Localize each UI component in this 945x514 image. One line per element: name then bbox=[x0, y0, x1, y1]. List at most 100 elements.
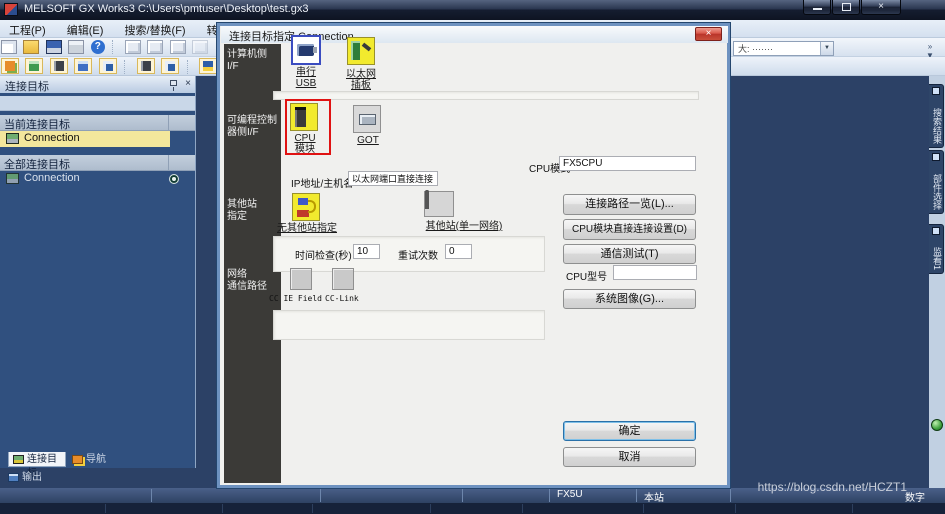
connection-tab-icon bbox=[13, 455, 24, 464]
ok-button[interactable]: 确定 bbox=[563, 421, 696, 441]
strip-divider bbox=[105, 504, 106, 513]
cc-ie-field-icon[interactable] bbox=[290, 268, 312, 290]
list-view-icon[interactable] bbox=[74, 58, 92, 74]
comment-view-icon[interactable] bbox=[99, 58, 117, 74]
copy-icon[interactable] bbox=[147, 40, 163, 54]
active-target-icon bbox=[169, 174, 179, 184]
tab-search-results[interactable]: 搜索结果 bbox=[929, 84, 944, 148]
application-window: MELSOFT GX Works3 C:\Users\pmtuser\Deskt… bbox=[0, 0, 945, 514]
status-indicator-icon bbox=[931, 419, 943, 431]
find-in-window-icon[interactable] bbox=[161, 58, 179, 74]
connection-item-label: Connection bbox=[24, 132, 80, 144]
paste-icon[interactable] bbox=[170, 40, 186, 54]
other-station-single-option[interactable]: 其他站(单一网络) bbox=[414, 221, 514, 232]
app-icon bbox=[4, 3, 18, 16]
other-station-single-icon[interactable] bbox=[424, 191, 454, 217]
menu-edit[interactable]: 编辑(E) bbox=[58, 20, 113, 38]
menu-project[interactable]: 工程(P) bbox=[0, 20, 55, 38]
panel-close-icon[interactable]: × bbox=[185, 78, 191, 89]
panel-header: 连接目标 × bbox=[0, 76, 195, 93]
no-other-station-icon[interactable] bbox=[292, 193, 320, 221]
connection-item-label: Connection bbox=[24, 172, 80, 184]
connection-path-list-button[interactable]: 连接路径一览(L)... bbox=[563, 194, 696, 215]
statusbar-divider bbox=[151, 489, 152, 502]
pin-icon[interactable] bbox=[170, 80, 177, 86]
watch-tab-icon bbox=[932, 227, 940, 235]
cpu-mode-field[interactable] bbox=[559, 156, 696, 171]
pc-side-label: 计算机侧 I/F bbox=[227, 49, 279, 73]
cpu-direct-connection-button[interactable]: CPU模块直接连接设置(D) bbox=[563, 219, 696, 240]
ip-hostname-field[interactable] bbox=[348, 171, 438, 186]
tab-watch-1[interactable]: 监看1 bbox=[929, 224, 944, 274]
device-display-icon[interactable] bbox=[199, 58, 217, 74]
toolbar-combo[interactable]: 大: ······· ▼ bbox=[733, 41, 834, 56]
ethernet-board-icon[interactable] bbox=[347, 37, 375, 65]
got-icon[interactable] bbox=[353, 105, 381, 133]
statusbar-divider bbox=[636, 489, 637, 502]
toolbar-separator bbox=[124, 60, 129, 74]
close-button[interactable]: × bbox=[861, 0, 901, 15]
restore-button[interactable] bbox=[832, 0, 860, 15]
cc-link-icon[interactable] bbox=[332, 268, 354, 290]
device-module-icon[interactable] bbox=[50, 58, 68, 74]
window-title: MELSOFT GX Works3 C:\Users\pmtuser\Deskt… bbox=[24, 3, 308, 15]
all-connection-item[interactable]: Connection bbox=[0, 171, 195, 187]
help-icon[interactable]: ? bbox=[91, 40, 105, 54]
retry-count-field[interactable] bbox=[445, 244, 472, 259]
overflow-chevron-icon: » bbox=[928, 42, 932, 51]
cpu-module-highlight-box bbox=[285, 99, 331, 155]
toolbar-separator bbox=[112, 40, 117, 54]
timeout-field[interactable] bbox=[353, 244, 380, 259]
open-file-icon[interactable] bbox=[23, 40, 39, 54]
current-connection-item[interactable]: Connection bbox=[0, 131, 170, 147]
tab-label: 导航 bbox=[86, 453, 106, 467]
toolbar-separator bbox=[187, 60, 192, 74]
got-option[interactable]: GOT bbox=[353, 135, 383, 146]
strip-divider bbox=[522, 504, 523, 513]
statusbar-divider bbox=[730, 489, 731, 502]
strip-divider bbox=[222, 504, 223, 513]
tab-label: 搜索结果 bbox=[932, 108, 942, 144]
save-icon[interactable] bbox=[46, 40, 62, 54]
tab-element-selection[interactable]: 部件选择 bbox=[929, 150, 944, 214]
all-connections-header-label: 全部连接目标 bbox=[4, 156, 70, 172]
connection-destination-panel: 连接目标 × 当前连接目标 Connection 全部连接目标 Connecti… bbox=[0, 76, 196, 468]
tab-label: 监看1 bbox=[932, 247, 942, 270]
navigation-tree-icon[interactable] bbox=[1, 58, 19, 74]
serial-usb-option[interactable]: 串行 USB bbox=[281, 67, 331, 89]
tab-connection-destination[interactable]: 连接目标 bbox=[8, 452, 66, 467]
network-route-label: 网络 通信路径 bbox=[227, 269, 279, 293]
bottom-strip bbox=[0, 503, 945, 514]
retry-count-label: 重试次数 bbox=[398, 247, 438, 262]
tab-output[interactable]: 输出 bbox=[4, 470, 42, 485]
system-image-button[interactable]: 系统图像(G)... bbox=[563, 289, 696, 309]
strip-divider bbox=[312, 504, 313, 513]
dialog-close-button[interactable]: × bbox=[695, 27, 722, 41]
new-file-icon[interactable] bbox=[1, 40, 17, 54]
current-connection-header: 当前连接目标 bbox=[0, 115, 195, 131]
chevron-down-icon[interactable]: ▼ bbox=[820, 42, 833, 55]
cpu-model-field[interactable] bbox=[613, 265, 697, 280]
panel-toolbar bbox=[0, 96, 195, 111]
minimize-button[interactable] bbox=[803, 0, 831, 15]
menu-search-replace[interactable]: 搜索/替换(F) bbox=[115, 20, 194, 38]
tab-label: 部件选择 bbox=[932, 174, 942, 210]
cancel-button[interactable]: 取消 bbox=[563, 447, 696, 467]
plc-side-label: 可编程控制 器侧I/F bbox=[227, 115, 279, 139]
ethernet-board-option[interactable]: 以太网 插板 bbox=[335, 69, 387, 91]
panel-title: 连接目标 bbox=[5, 78, 49, 94]
no-other-station-option[interactable]: 无其他站指定 bbox=[272, 223, 342, 234]
cpu-model-label: CPU型号 bbox=[566, 268, 607, 283]
connection-image-icon[interactable] bbox=[25, 58, 43, 74]
strip-divider bbox=[643, 504, 644, 513]
cut-icon[interactable] bbox=[125, 40, 141, 54]
find-icon[interactable] bbox=[137, 58, 155, 74]
station-status: 本站 bbox=[644, 489, 664, 504]
tab-navigation[interactable]: 导航 bbox=[68, 452, 108, 467]
undo-icon[interactable] bbox=[192, 40, 208, 54]
print-icon[interactable] bbox=[68, 40, 84, 54]
route-detail-panel bbox=[273, 310, 545, 340]
communication-test-button[interactable]: 通信测试(T) bbox=[563, 244, 696, 264]
serial-usb-icon[interactable] bbox=[291, 35, 321, 65]
cc-ie-field-label: CC IE Field bbox=[269, 294, 322, 303]
